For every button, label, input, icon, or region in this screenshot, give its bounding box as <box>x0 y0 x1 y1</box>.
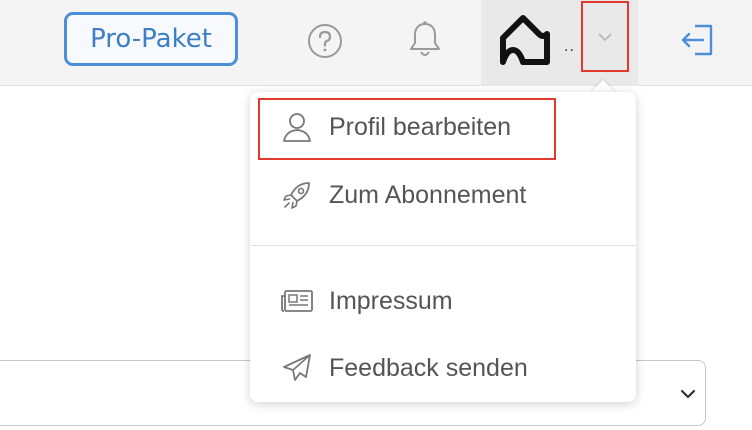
menu-item-label: Zum Abonnement <box>329 180 527 209</box>
pro-package-button[interactable]: Pro-Paket <box>64 12 238 66</box>
menu-item-send-feedback[interactable]: Feedback senden <box>250 335 636 401</box>
chevron-down-icon <box>598 32 612 41</box>
menu-item-subscription[interactable]: Zum Abonnement <box>250 162 636 228</box>
logout-icon[interactable] <box>675 18 719 62</box>
help-icon[interactable] <box>304 20 346 62</box>
account-name-truncated: .. <box>564 38 575 55</box>
menu-item-label: Profil bearbeiten <box>329 112 512 141</box>
user-icon <box>280 110 314 144</box>
account-menu[interactable]: .. <box>481 0 638 86</box>
paper-plane-icon <box>280 351 314 385</box>
newspaper-icon <box>280 284 314 318</box>
menu-item-edit-profile[interactable]: Profil bearbeiten <box>250 94 636 160</box>
chevron-down-icon <box>680 389 696 399</box>
menu-divider <box>250 245 636 246</box>
menu-item-label: Impressum <box>329 286 453 315</box>
menu-item-label: Feedback senden <box>329 353 528 382</box>
bell-icon[interactable] <box>404 18 446 62</box>
account-dropdown-toggle[interactable] <box>581 1 629 72</box>
account-dropdown-menu: Profil bearbeiten Zum Abonnement Impress… <box>250 92 636 402</box>
top-navigation-bar: Pro-Paket .. <box>0 0 752 86</box>
rocket-icon <box>280 178 314 212</box>
menu-item-imprint[interactable]: Impressum <box>250 268 636 334</box>
home-logo-icon <box>495 10 559 70</box>
